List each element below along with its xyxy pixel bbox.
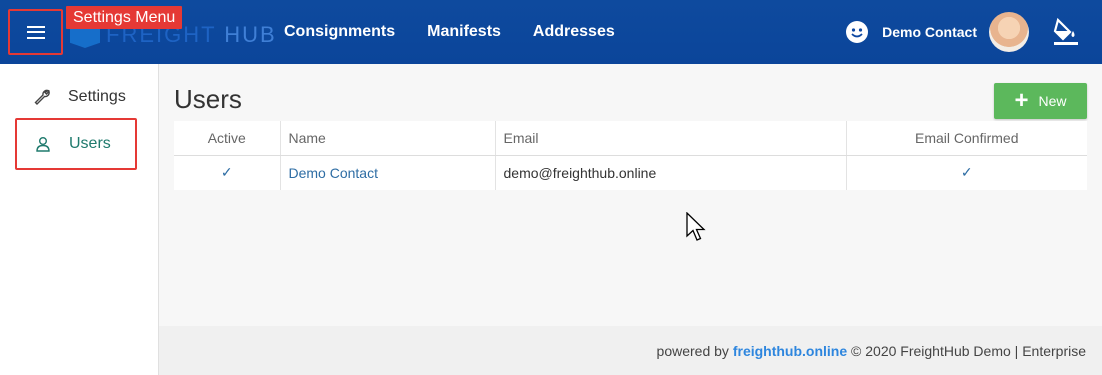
nav-addresses[interactable]: Addresses (533, 23, 615, 41)
main-content: Users + New Active Name Email Email Conf… (159, 64, 1102, 326)
column-header-email[interactable]: Email (495, 121, 847, 156)
table-row[interactable]: ✓ Demo Contact demo@freighthub.online ✓ (174, 155, 1087, 190)
smiley-icon[interactable] (846, 21, 869, 43)
main-nav: Consignments Manifests Addresses (284, 0, 647, 64)
footer-prefix: powered by (656, 343, 733, 359)
sidebar-item-label: Settings (68, 88, 126, 105)
sidebar-item-settings[interactable]: Settings (16, 73, 136, 121)
top-navbar: FREIGHT HUB Settings Menu Consignments M… (0, 0, 1102, 64)
new-user-button[interactable]: + New (994, 83, 1087, 119)
settings-menu-annotation: Settings Menu (66, 6, 183, 29)
nav-manifests[interactable]: Manifests (427, 23, 501, 41)
footer-link[interactable]: freighthub.online (733, 343, 847, 359)
active-cell: ✓ (174, 155, 281, 190)
settings-menu-button[interactable] (8, 9, 63, 55)
column-header-name[interactable]: Name (280, 121, 496, 156)
users-table: Active Name Email Email Confirmed ✓ Demo… (174, 121, 1087, 190)
paint-bucket-icon[interactable] (1052, 17, 1080, 47)
check-icon: ✓ (220, 164, 233, 181)
footer-suffix: © 2020 FreightHub Demo | Enterprise (847, 343, 1086, 359)
user-name[interactable]: Demo Contact (882, 24, 977, 40)
user-icon (33, 135, 53, 153)
plus-icon: + (1014, 87, 1029, 114)
nav-consignments[interactable]: Consignments (284, 23, 395, 41)
user-name-link[interactable]: Demo Contact (289, 165, 378, 181)
footer: powered by freighthub.online © 2020 Frei… (159, 326, 1102, 375)
wrench-icon (32, 88, 52, 106)
name-cell: Demo Contact (280, 155, 496, 190)
mouse-cursor-icon (686, 211, 708, 244)
page-title: Users (174, 84, 242, 114)
user-area: Demo Contact (846, 0, 1102, 64)
column-header-active[interactable]: Active (174, 121, 281, 156)
avatar[interactable] (989, 12, 1029, 52)
email-confirmed-cell: ✓ (846, 155, 1087, 190)
new-button-label: New (1038, 93, 1067, 109)
hamburger-icon (26, 25, 45, 39)
sidebar-item-users[interactable]: Users (15, 118, 137, 170)
settings-sidebar: Settings Users (0, 64, 159, 375)
check-icon: ✓ (960, 164, 973, 181)
email-cell: demo@freighthub.online (495, 155, 847, 190)
sidebar-item-label: Users (69, 135, 111, 152)
column-header-email-confirmed[interactable]: Email Confirmed (846, 121, 1087, 156)
